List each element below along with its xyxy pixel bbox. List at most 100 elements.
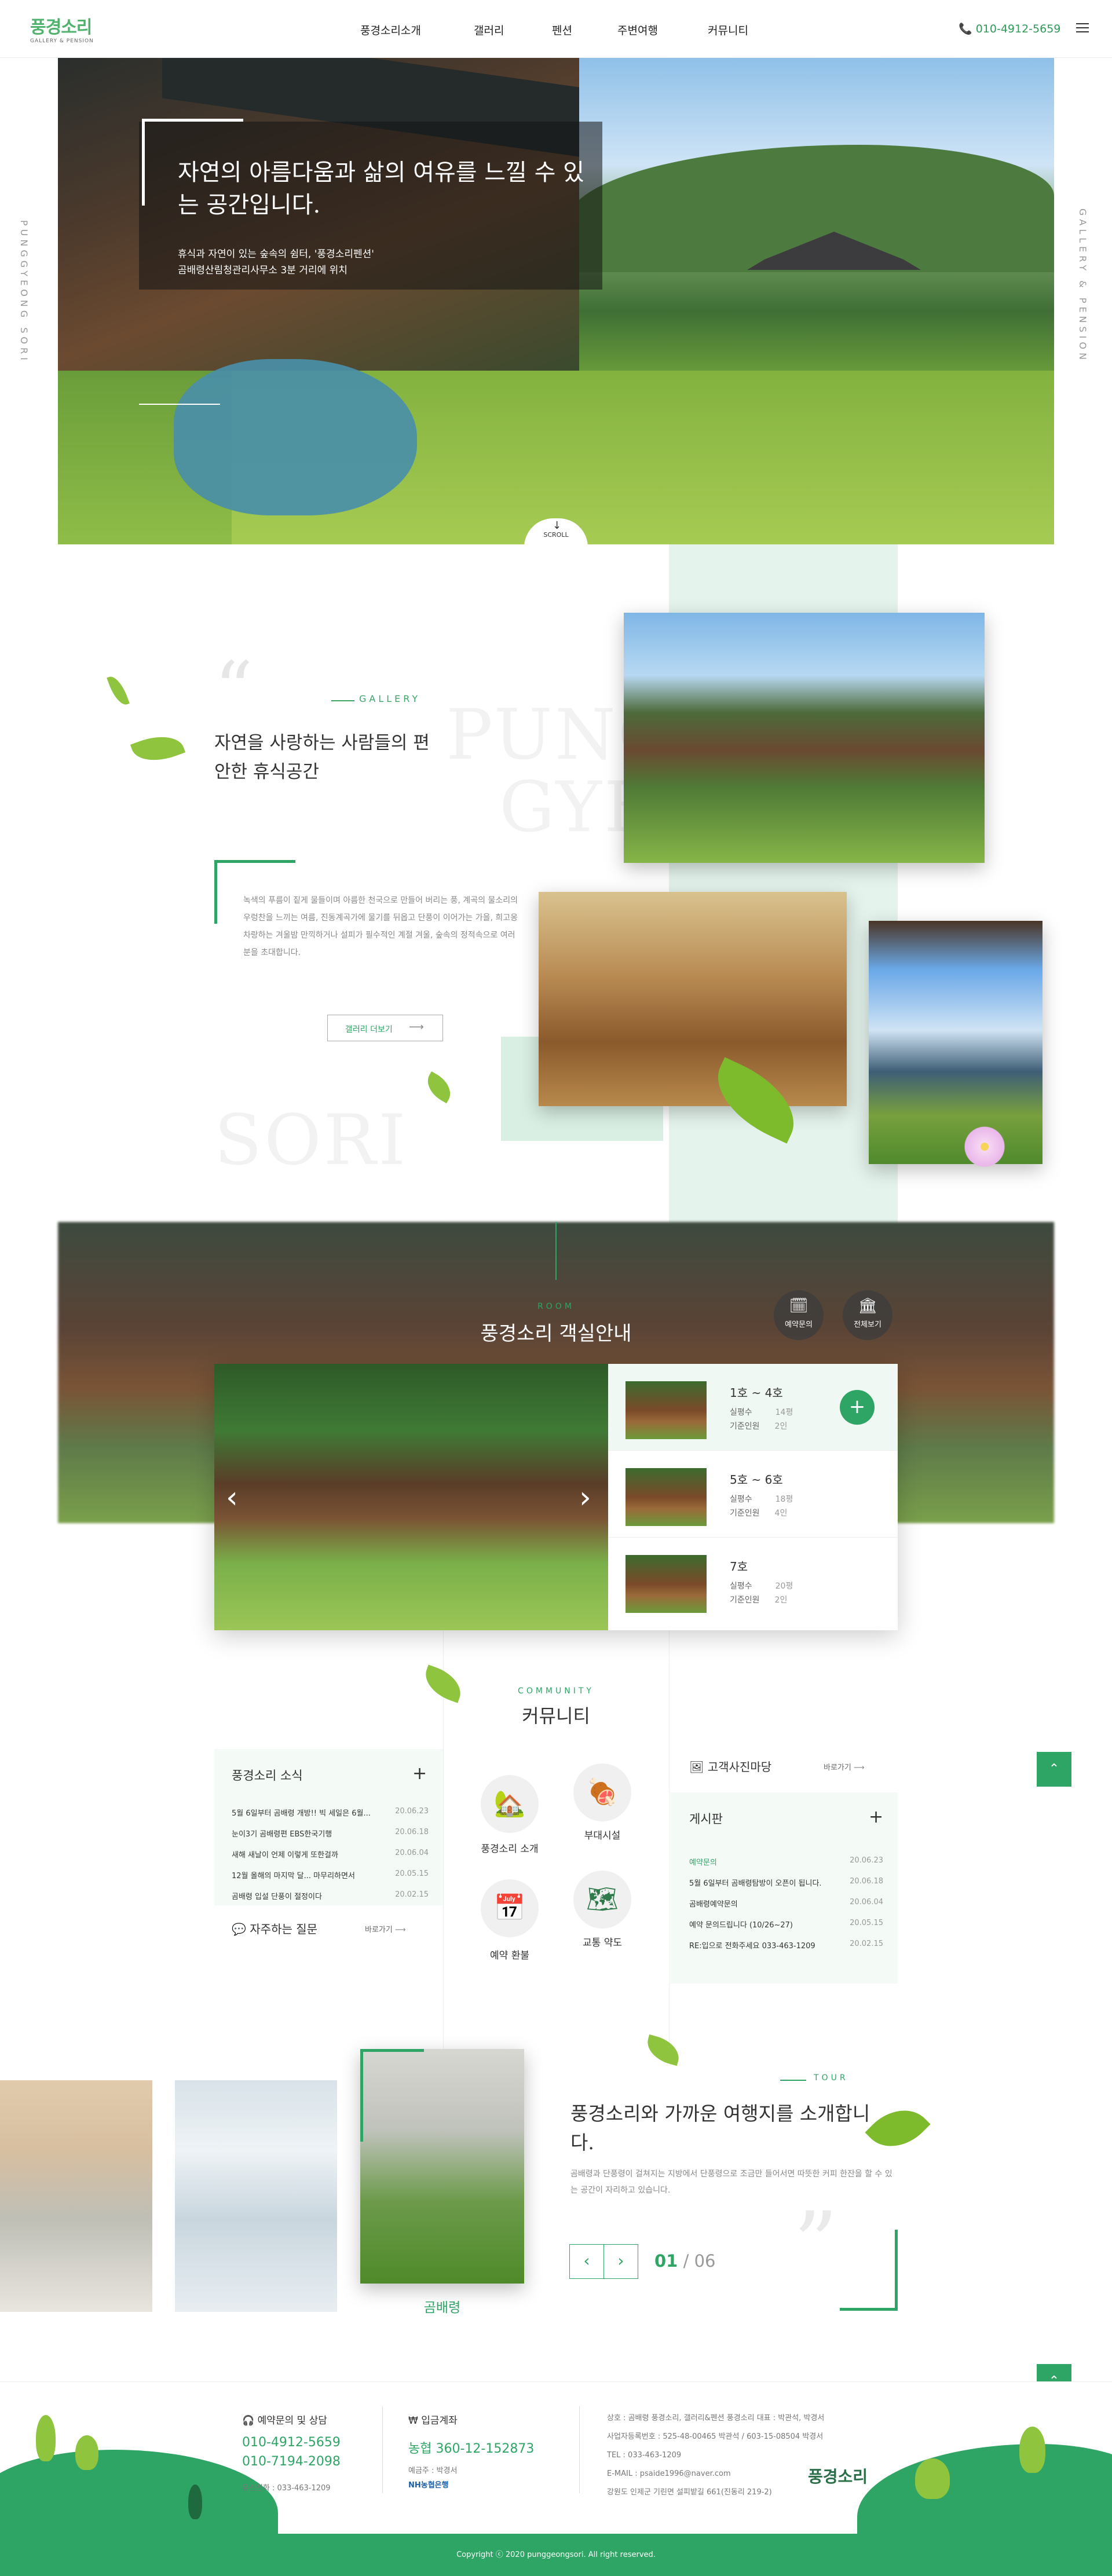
reservation-refund-link[interactable]: 예약 환불 <box>458 1947 562 1962</box>
quote-mark-icon: “ <box>214 645 253 733</box>
reserve-title-text: 예약문의 및 상담 <box>257 2415 327 2427</box>
faq-link[interactable]: 💬 자주하는 질문 <box>232 1920 317 1937</box>
board-title[interactable]: 게시판 <box>689 1810 723 1827</box>
news-title[interactable]: 풍경소리 소식 <box>232 1766 303 1784</box>
gallery-eyebrow: GALLERY <box>359 693 421 704</box>
bbq-icon[interactable]: 🍖 <box>573 1763 631 1821</box>
news-item-title[interactable]: 곰배령 입설 단풍이 절정이다 <box>232 1893 322 1901</box>
leaf-decoration <box>130 727 186 770</box>
header-phone-number[interactable]: 010-4912-5659 <box>976 23 1061 35</box>
list-item[interactable]: 예약문의 20.06.23 <box>689 1856 883 1868</box>
tour-photo-autumn[interactable] <box>0 2080 152 2312</box>
bank-logo: NH농협은행 <box>408 2481 449 2490</box>
directions-link[interactable]: 교통 약도 <box>550 1934 654 1949</box>
list-item[interactable]: 예약 문의드립니다 (10/26~27) 20.05.15 <box>689 1919 883 1930</box>
list-item[interactable]: 12월 올해의 마지막 달... 마무리하면서 20.05.15 <box>232 1869 429 1881</box>
view-all-rooms-button[interactable]: 🏛 전체보기 <box>843 1290 892 1340</box>
company-info-line: 상호 : 곰배령 풍경소리, 갤러리&펜션 풍경소리 대표 : 박관석, 박경서 <box>607 2414 825 2423</box>
room-item[interactable]: 5호 ~ 6호 실평수 18평 기준인원 4인 <box>608 1451 898 1538</box>
chevron-right-icon[interactable]: › <box>579 1483 591 1513</box>
calendar-icon[interactable]: 📅 <box>481 1879 539 1937</box>
customer-photo-more-link[interactable]: 바로가기 <box>824 1761 865 1772</box>
about-link[interactable]: 풍경소리 소개 <box>458 1840 562 1855</box>
prev-button[interactable]: ‹ <box>569 2244 604 2279</box>
room-list: 1호 ~ 4호 실평수 14평 기준인원 2인 + 5호 ~ 6호 실평수 18평 기… <box>608 1364 898 1630</box>
nav-item-pension[interactable]: 펜션 <box>552 22 572 38</box>
board-item-title[interactable]: 곰배령예약문의 <box>689 1900 738 1909</box>
room-thumbnail <box>626 1381 707 1439</box>
community-title: 커뮤니티 <box>522 1705 590 1727</box>
reserve-inquiry-button[interactable]: 🗓 예약문의 <box>774 1290 824 1340</box>
tree-decoration <box>915 2458 950 2499</box>
footer-phone-2[interactable]: 010-7194-2098 <box>242 2454 341 2469</box>
map-icon[interactable]: 🗺 <box>573 1871 631 1929</box>
bank-title: ₩ 입금계좌 <box>408 2415 458 2427</box>
news-item-title[interactable]: 새해 새날이 언제 이렇게 또한걸까 <box>232 1851 338 1860</box>
footer-tel: 유선전화 : 033-463-1209 <box>242 2484 331 2493</box>
plus-icon[interactable]: + <box>412 1765 427 1783</box>
list-item[interactable]: 곰배령 입설 단풍이 절정이다 20.02.15 <box>232 1890 429 1902</box>
tree-decoration <box>75 2435 98 2470</box>
hero-underline <box>139 404 220 405</box>
nav-item-travel[interactable]: 주변여행 <box>617 22 658 38</box>
side-text-right: GALLERY & PENSION <box>1077 208 1088 363</box>
customer-photo-title[interactable]: 고객사진마당 <box>708 1760 771 1774</box>
list-item[interactable]: 5월 6일부터 곰배령탐방이 오픈이 됩니다. 20.06.18 <box>689 1877 883 1889</box>
customer-photo-link[interactable]: 🖼 고객사진마당 <box>689 1758 771 1774</box>
tree-decoration <box>188 2484 202 2519</box>
news-item-title[interactable]: 5월 6일부터 곰배령 개방!! 빅 세일은 6월... <box>232 1809 371 1818</box>
news-item-title[interactable]: 12월 올해의 마지막 달... 마무리하면서 <box>232 1872 355 1880</box>
hamburger-menu-icon[interactable] <box>1076 23 1089 32</box>
gallery-photo-interior[interactable] <box>539 892 847 1106</box>
nav-item-community[interactable]: 커뮤니티 <box>708 22 748 38</box>
board-item-title[interactable]: 예약문의 <box>689 1858 717 1867</box>
list-item[interactable]: 5월 6일부터 곰배령 개방!! 빅 세일은 6월... 20.06.23 <box>232 1807 429 1818</box>
room-item[interactable]: 7호 실평수 20평 기준인원 2인 <box>608 1538 898 1624</box>
nav-item-about[interactable]: 풍경소리소개 <box>360 22 421 38</box>
reserve-inquiry-label: 예약문의 <box>785 1320 813 1329</box>
nav-item-gallery[interactable]: 갤러리 <box>474 22 504 38</box>
news-item-title[interactable]: 눈이3기 곰배령편 EBS한국기행 <box>232 1830 332 1839</box>
next-button[interactable]: › <box>603 2244 638 2279</box>
faq-more-link[interactable]: 바로가기 <box>365 1923 406 1934</box>
room-title: 풍경소리 객실안내 <box>480 1322 632 1345</box>
copyright-text: Copyright ⓒ 2020 punggeongsori. All righ… <box>456 2551 656 2559</box>
leaf-decoration <box>107 673 130 708</box>
board-item-title[interactable]: RE:입으로 전화주세요 033-463-1209 <box>689 1942 815 1951</box>
company-info-line: TEL : 033-463-1209 <box>607 2451 682 2460</box>
list-item[interactable]: 곰배령예약문의 20.06.04 <box>689 1898 883 1909</box>
footer-logo: 풍경소리 <box>808 2467 868 2486</box>
gallery-more-button[interactable]: 갤러리 더보기 <box>327 1015 443 1041</box>
facilities-link[interactable]: 부대시설 <box>550 1827 654 1842</box>
list-item[interactable]: 새해 새날이 언제 이렇게 또한걸까 20.06.04 <box>232 1849 429 1860</box>
room-main-photo: ‹ › <box>214 1364 608 1630</box>
area-label: 실평수 <box>730 1582 752 1591</box>
scroll-top-button[interactable]: ⌃ <box>1037 1752 1071 1787</box>
board-item-title[interactable]: 5월 6일부터 곰배령탐방이 오픈이 됩니다. <box>689 1879 822 1888</box>
header-phone[interactable]: 📞 010-4912-5659 <box>959 22 1060 35</box>
news-item-date: 20.06.23 <box>395 1807 429 1816</box>
chevron-left-icon[interactable]: ‹ <box>226 1483 238 1513</box>
footer-phone-1[interactable]: 010-4912-5659 <box>242 2435 341 2450</box>
list-item[interactable]: 눈이3기 곰배령편 EBS한국기행 20.06.18 <box>232 1828 429 1839</box>
board-item-date: 20.06.18 <box>850 1877 883 1886</box>
faq-title[interactable]: 자주하는 질문 <box>250 1922 317 1936</box>
logo-text[interactable]: 풍경소리 <box>30 17 92 38</box>
plus-icon[interactable]: + <box>869 1809 883 1826</box>
tour-photo-snow[interactable] <box>175 2080 337 2312</box>
house-icon[interactable]: 🏡 <box>481 1775 539 1833</box>
hero-sign <box>174 359 417 515</box>
faq-row: 💬 자주하는 질문 바로가기 <box>214 1905 443 1946</box>
capacity-value: 2인 <box>774 1422 788 1431</box>
flower-decoration <box>961 1124 1008 1170</box>
room-name: 7호 <box>730 1560 748 1574</box>
gallery-photo-house[interactable] <box>624 613 985 863</box>
logo[interactable]: 풍경소리 <box>30 13 92 38</box>
room-item[interactable]: 1호 ~ 4호 실평수 14평 기준인원 2인 + <box>608 1364 898 1451</box>
board-item-title[interactable]: 예약 문의드립니다 (10/26~27) <box>689 1921 793 1930</box>
plus-icon[interactable]: + <box>840 1390 875 1425</box>
news-item-date: 20.06.04 <box>395 1849 429 1857</box>
list-item[interactable]: RE:입으로 전화주세요 033-463-1209 20.02.15 <box>689 1940 883 1951</box>
view-all-label: 전체보기 <box>854 1320 881 1329</box>
gallery-photo-pavilion[interactable] <box>869 921 1042 1164</box>
